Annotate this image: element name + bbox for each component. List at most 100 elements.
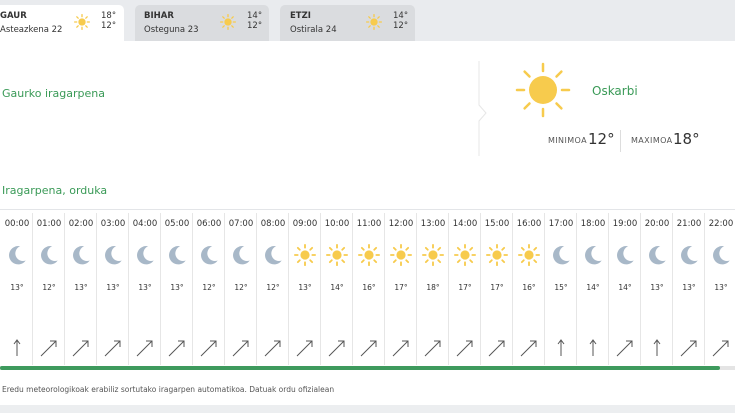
- moon-icon: [166, 244, 188, 266]
- hour-column: 09:00 13°: [289, 213, 321, 365]
- wind-arrow-northeast-icon: [487, 338, 507, 358]
- hour-time: 20:00: [644, 219, 670, 229]
- hour-column: 00:00 13°: [1, 213, 33, 365]
- wind-arrow-northeast-icon: [199, 338, 219, 358]
- moon-icon: [134, 244, 156, 266]
- hour-temperature: 12°: [42, 283, 56, 292]
- bottom-strip: [0, 405, 735, 413]
- footer-note: Eredu meteorologikoak erabiliz sortutako…: [2, 385, 335, 394]
- hourly-top-divider: [0, 209, 735, 210]
- wind-arrow-northeast-icon: [103, 338, 123, 358]
- max-value: 18°: [673, 130, 700, 148]
- tab-max: 14°: [247, 11, 263, 21]
- max-label: MAXIMOA: [631, 136, 673, 145]
- hour-temperature: 13°: [650, 283, 664, 292]
- tab-tomorrow[interactable]: BIHAR Osteguna 23 14° 12°: [135, 5, 269, 41]
- tab-min: 12°: [393, 21, 409, 31]
- hour-temperature: 12°: [202, 283, 216, 292]
- sun-icon: [366, 14, 382, 30]
- moon-icon: [550, 244, 572, 266]
- hour-time: 14:00: [452, 219, 478, 229]
- hour-temperature: 13°: [10, 283, 24, 292]
- hour-time: 06:00: [196, 219, 222, 229]
- wind-arrow-northeast-icon: [615, 338, 635, 358]
- hour-temperature: 13°: [74, 283, 88, 292]
- tab-day: GAUR: [0, 11, 27, 21]
- wind-arrow-north-icon: [647, 338, 667, 358]
- tab-max: 14°: [393, 11, 409, 21]
- hour-column: 18:00 14°: [577, 213, 609, 365]
- hour-temperature: 13°: [682, 283, 696, 292]
- day-tabs: GAUR Asteazkena 22 18° 12° BIHAR Osteguna…: [0, 0, 735, 41]
- hour-time: 07:00: [228, 219, 254, 229]
- sun-icon: [515, 62, 571, 118]
- panel-pointer: [478, 61, 487, 156]
- hour-temperature: 17°: [458, 283, 472, 292]
- hour-temperature: 13°: [106, 283, 120, 292]
- moon-icon: [6, 244, 28, 266]
- tab-day-after[interactable]: ETZI Ostirala 24 14° 12°: [280, 5, 415, 41]
- hour-column: 10:00 14°: [321, 213, 353, 365]
- wind-arrow-northeast-icon: [263, 338, 283, 358]
- moon-icon: [678, 244, 700, 266]
- hour-temperature: 14°: [330, 283, 344, 292]
- hour-time: 11:00: [356, 219, 382, 229]
- hour-column: 20:00 13°: [641, 213, 673, 365]
- tab-temps: 18° 12°: [101, 11, 116, 31]
- hourly-scroll-thumb[interactable]: [0, 366, 720, 370]
- hour-temperature: 14°: [618, 283, 632, 292]
- hour-column: 19:00 14°: [609, 213, 641, 365]
- hour-time: 02:00: [68, 219, 94, 229]
- wind-arrow-northeast-icon: [391, 338, 411, 358]
- moon-icon: [230, 244, 252, 266]
- tab-day: ETZI: [290, 11, 311, 21]
- hour-column: 15:00 17°: [481, 213, 513, 365]
- hour-column: 05:00 13°: [161, 213, 193, 365]
- wind-arrow-northeast-icon: [455, 338, 475, 358]
- hour-temperature: 14°: [586, 283, 600, 292]
- weather-forecast-page: GAUR Asteazkena 22 18° 12° BIHAR Osteguna…: [0, 0, 735, 413]
- hour-temperature: 13°: [138, 283, 152, 292]
- min-value: 12°: [588, 130, 615, 148]
- hour-time: 13:00: [420, 219, 446, 229]
- wind-arrow-northeast-icon: [135, 338, 155, 358]
- hour-temperature: 12°: [266, 283, 280, 292]
- sun-icon: [486, 244, 508, 266]
- tab-date: Ostirala 24: [290, 25, 337, 35]
- sun-icon: [390, 244, 412, 266]
- hour-temperature: 12°: [234, 283, 248, 292]
- hour-column: 14:00 17°: [449, 213, 481, 365]
- hour-time: 18:00: [580, 219, 606, 229]
- hour-time: 21:00: [676, 219, 702, 229]
- hourly-strip[interactable]: 00:00 13° 01:00 12° 02:00 13° 03:00 13° 04:00 13°…: [0, 213, 735, 365]
- hour-column: 04:00 13°: [129, 213, 161, 365]
- hour-column: 03:00 13°: [97, 213, 129, 365]
- hour-column: 08:00 12°: [257, 213, 289, 365]
- wind-arrow-north-icon: [583, 338, 603, 358]
- hour-column: 12:00 17°: [385, 213, 417, 365]
- hour-temperature: 18°: [426, 283, 440, 292]
- moon-icon: [646, 244, 668, 266]
- sun-icon: [74, 14, 90, 30]
- wind-arrow-northeast-icon: [295, 338, 315, 358]
- wind-arrow-northeast-icon: [327, 338, 347, 358]
- hour-time: 00:00: [4, 219, 30, 229]
- wind-arrow-northeast-icon: [519, 338, 539, 358]
- wind-arrow-northeast-icon: [679, 338, 699, 358]
- hour-column: 07:00 12°: [225, 213, 257, 365]
- tab-today[interactable]: GAUR Asteazkena 22 18° 12°: [0, 5, 124, 41]
- hour-time: 12:00: [388, 219, 414, 229]
- hourly-forecast-heading: Iragarpena, orduka: [2, 184, 108, 197]
- hour-time: 19:00: [612, 219, 638, 229]
- hour-column: 11:00 16°: [353, 213, 385, 365]
- sun-icon: [422, 244, 444, 266]
- sun-icon: [518, 244, 540, 266]
- hour-column: 16:00 16°: [513, 213, 545, 365]
- hour-time: 03:00: [100, 219, 126, 229]
- moon-icon: [582, 244, 604, 266]
- wind-arrow-northeast-icon: [167, 338, 187, 358]
- sun-icon: [358, 244, 380, 266]
- hour-temperature: 15°: [554, 283, 568, 292]
- sun-icon: [454, 244, 476, 266]
- tab-temps: 14° 12°: [393, 11, 408, 31]
